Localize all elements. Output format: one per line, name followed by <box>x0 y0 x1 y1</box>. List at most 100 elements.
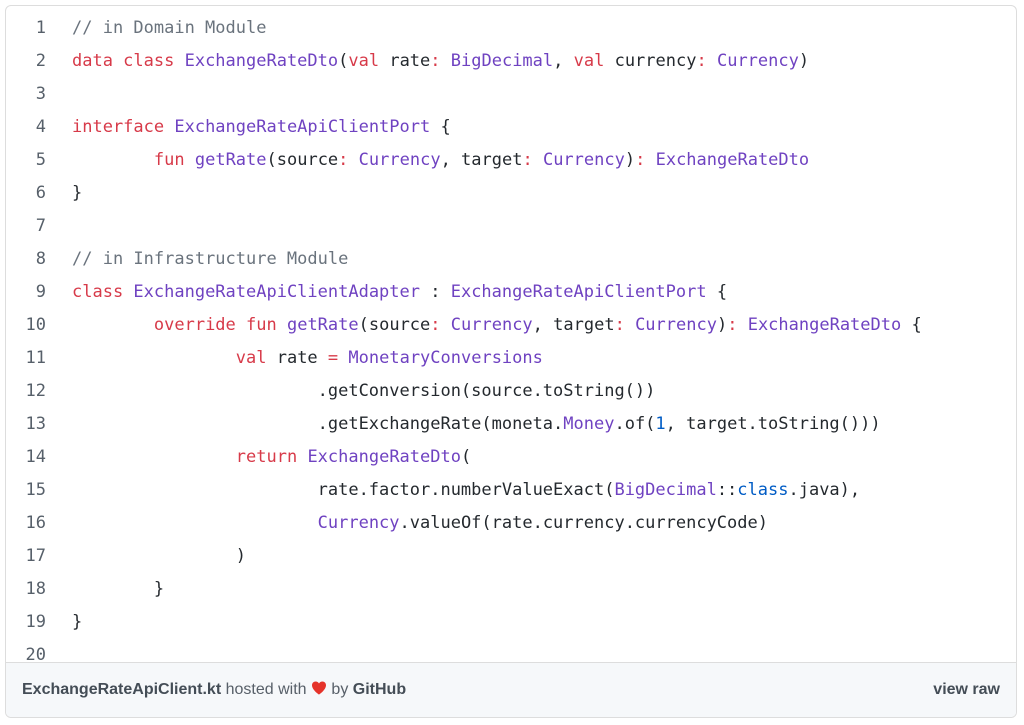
code-token: ExchangeRateDto <box>747 315 902 335</box>
line-source: } <box>72 573 164 606</box>
line-number: 9 <box>35 282 46 302</box>
code-token: ) <box>716 315 728 335</box>
line-number: 7 <box>35 216 46 236</box>
line-number: 8 <box>35 249 46 269</box>
code-token: ExchangeRateApiClientPort <box>174 117 431 137</box>
code-token: :: <box>716 480 738 500</box>
line-source: } <box>72 177 82 210</box>
code-token: rate <box>266 348 328 368</box>
code-line: 3 <box>6 78 1016 111</box>
code-token: fun <box>153 150 185 170</box>
code-line: 8 // in Infrastructure Module <box>6 243 1016 276</box>
code-line: 16 Currency.valueOf(rate.currency.curren… <box>6 507 1016 540</box>
github-link[interactable]: GitHub <box>353 681 406 698</box>
code-token: .getExchangeRate(moneta. <box>72 414 564 434</box>
line-number: 16 <box>25 513 46 533</box>
code-token: } <box>72 183 83 203</box>
gist-embed: 1 // in Domain Module 2 data class Exchange… <box>5 5 1017 718</box>
line-number: 11 <box>25 348 46 368</box>
code-token: : <box>420 282 451 302</box>
line-source: // in Domain Module <box>72 12 266 45</box>
code-token: BigDecimal <box>614 480 717 500</box>
code-line: 9 class ExchangeRateApiClientAdapter : Ex… <box>6 276 1016 309</box>
by-text: by <box>326 681 353 698</box>
code-line: 14 return ExchangeRateDto( <box>6 441 1016 474</box>
code-token: val <box>235 348 267 368</box>
line-number: 13 <box>25 414 46 434</box>
line-source: ) <box>72 540 246 573</box>
code-line: 11 val rate = MonetaryConversions <box>6 342 1016 375</box>
line-number: 4 <box>35 117 46 137</box>
code-token: rate <box>379 51 431 71</box>
code-token: Currency <box>317 513 400 533</box>
code-token: : <box>635 150 646 170</box>
code-token: data class <box>72 51 185 71</box>
hosted-with-text: hosted with <box>221 681 311 698</box>
code-token: ExchangeRateDto <box>307 447 461 467</box>
code-token: { <box>706 282 728 302</box>
code-token: ExchangeRateDto <box>655 150 810 170</box>
code-token: class <box>737 480 789 500</box>
code-token: currency <box>604 51 697 71</box>
code-token: ( <box>338 51 349 71</box>
code-line: 12 .getConversion(source.toString()) <box>6 375 1016 408</box>
code-token: getRate <box>194 150 267 170</box>
code-token: override fun <box>153 315 277 335</box>
code-token: ExchangeRateDto <box>184 51 339 71</box>
code-token: ) <box>624 150 636 170</box>
line-number: 5 <box>35 150 46 170</box>
line-source: // in Infrastructure Module <box>72 243 348 276</box>
code-token: val <box>348 51 380 71</box>
line-number: 18 <box>25 579 46 599</box>
line-number: 1 <box>35 18 46 38</box>
code-line: 7 <box>6 210 1016 243</box>
gist-footer: ExchangeRateApiClient.kt hosted with by … <box>6 662 1016 717</box>
code-line: 17 ) <box>6 540 1016 573</box>
code-token: : <box>614 315 625 335</box>
code-token: return <box>235 447 298 467</box>
line-source: .getExchangeRate(moneta.Money.of(1, targ… <box>72 408 881 441</box>
code-line: 19} <box>6 606 1016 639</box>
line-source: } <box>72 606 82 639</box>
code-token: .of( <box>614 414 656 434</box>
heart-icon <box>311 681 326 695</box>
line-source: data class ExchangeRateDto(val rate: Big… <box>72 45 809 78</box>
code-token: .valueOf(rate.currency.currencyCode) <box>399 513 768 533</box>
code-token: : <box>430 51 441 71</box>
code-token: , target <box>440 150 523 170</box>
line-source: override fun getRate(source: Currency, t… <box>72 309 922 342</box>
code-token: : <box>727 315 738 335</box>
line-source: rate.factor.numberValueExact(BigDecimal:… <box>72 474 861 507</box>
code-token: val <box>573 51 605 71</box>
code-token: Money <box>563 414 615 434</box>
line-source: fun getRate(source: Currency, target: Cu… <box>72 144 809 177</box>
code-token: ExchangeRateApiClientAdapter <box>133 282 420 302</box>
line-source: val rate = MonetaryConversions <box>72 342 543 375</box>
code-token: .java), <box>788 480 861 500</box>
code-token: , <box>553 51 574 71</box>
code-token: getRate <box>286 315 359 335</box>
view-raw-link[interactable]: view raw <box>933 663 1000 717</box>
code-line: 13 .getExchangeRate(moneta.Money.of(1, t… <box>6 408 1016 441</box>
code-line: 4 interface ExchangeRateApiClientPort { <box>6 111 1016 144</box>
gist-meta: ExchangeRateApiClient.kt hosted with by … <box>22 663 406 717</box>
code-line: 1 // in Domain Module <box>6 12 1016 45</box>
code-line: 18 } <box>6 573 1016 606</box>
code-token: Currency <box>716 51 799 71</box>
code-token: Currency <box>542 150 625 170</box>
code-line: 2 data class ExchangeRateDto(val rate: Bi… <box>6 45 1016 78</box>
file-link[interactable]: ExchangeRateApiClient.kt <box>22 681 221 698</box>
code-token: : <box>338 150 349 170</box>
